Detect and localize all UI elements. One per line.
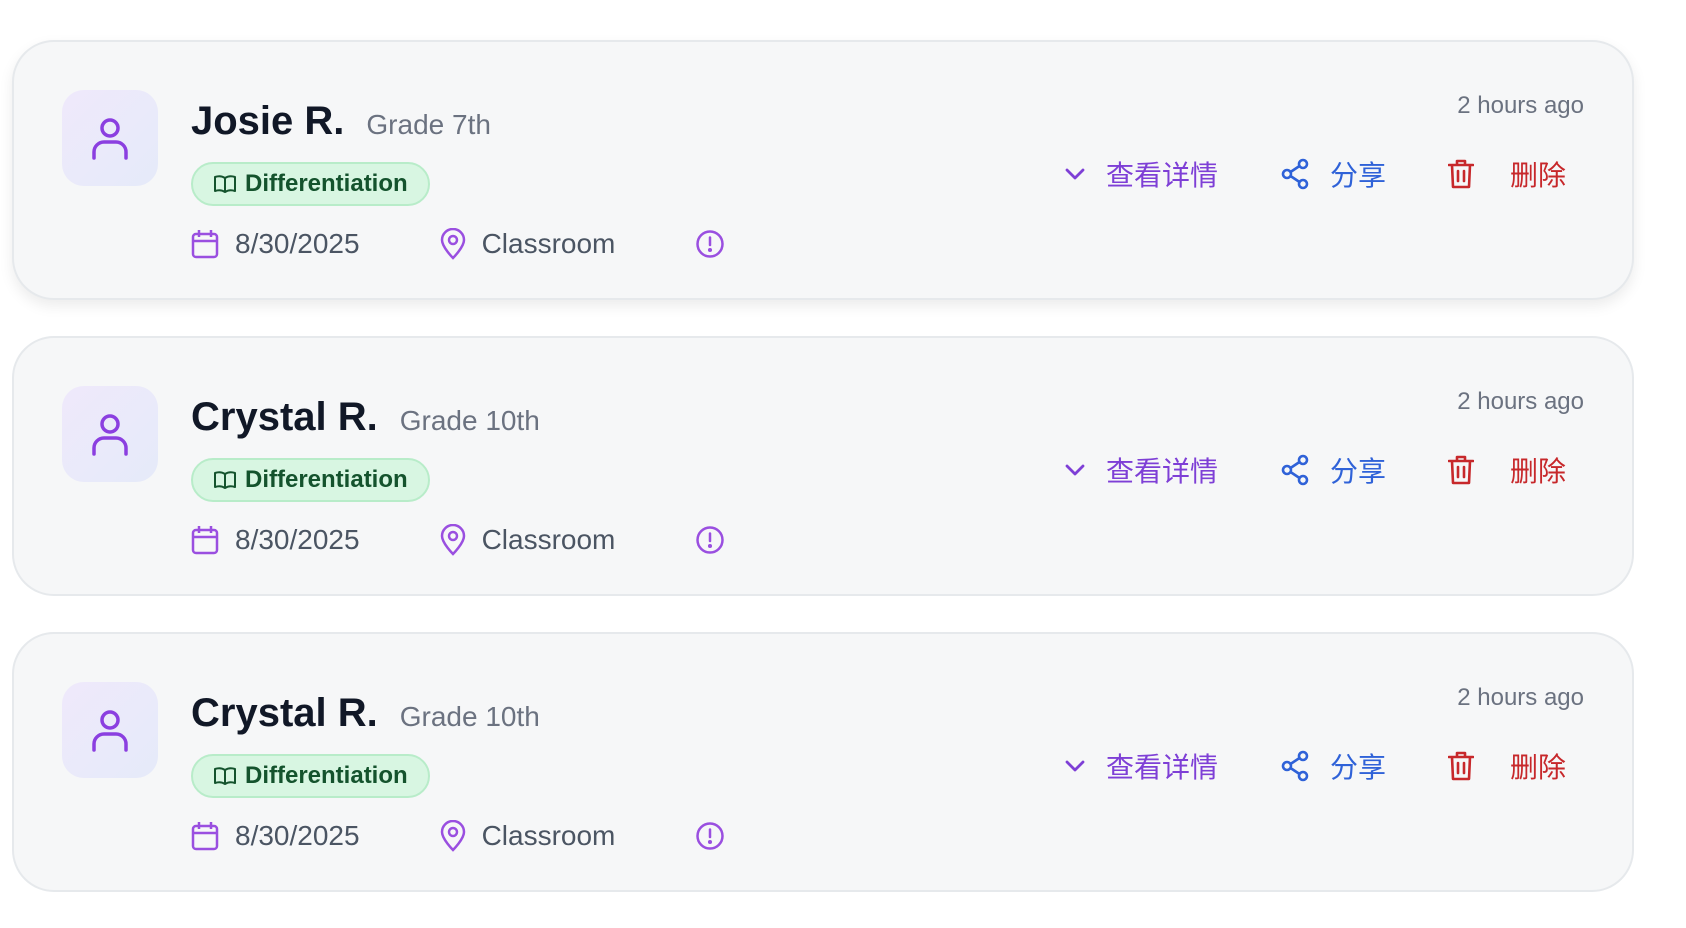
share-button[interactable]: 分享 — [1280, 450, 1386, 490]
avatar — [62, 682, 158, 778]
timestamp: 2 hours ago — [1457, 684, 1584, 711]
date-text: 8/30/2025 — [235, 228, 360, 259]
user-icon — [90, 708, 130, 752]
category-badge: Differentiation — [191, 754, 430, 798]
view-details-button[interactable]: 查看详情 — [1064, 746, 1218, 786]
meta-row: 8/30/2025 Classroom — [191, 820, 725, 852]
delete-button[interactable]: 删除 — [1447, 154, 1566, 194]
map-pin-icon — [440, 820, 466, 852]
category-label: Differentiation — [245, 762, 408, 789]
student-name: Crystal R. Grade 10th — [191, 394, 540, 444]
share-label: 分享 — [1329, 752, 1386, 783]
location-info: Classroom — [440, 228, 616, 260]
delete-label: 删除 — [1509, 752, 1566, 783]
date-text: 8/30/2025 — [235, 524, 360, 555]
student-name: Crystal R. Grade 10th — [191, 690, 540, 740]
meta-row: 8/30/2025 Classroom — [191, 524, 725, 556]
date-info: 8/30/2025 — [191, 820, 360, 852]
delete-label: 删除 — [1509, 456, 1566, 487]
observation-card[interactable]: Josie R. Grade 7th Differentiation 8/30/2… — [12, 40, 1634, 300]
share-label: 分享 — [1329, 456, 1386, 487]
book-icon — [213, 174, 237, 194]
share-icon — [1280, 454, 1310, 486]
card-actions: 查看详情 分享 删除 — [1064, 154, 1566, 194]
location-text: Classroom — [481, 228, 616, 259]
trash-icon — [1447, 751, 1474, 781]
delete-button[interactable]: 删除 — [1447, 746, 1566, 786]
share-icon — [1280, 750, 1310, 782]
alert-circle-icon[interactable] — [695, 821, 725, 851]
chevron-down-icon — [1064, 167, 1086, 181]
observation-list: Josie R. Grade 7th Differentiation 8/30/2… — [12, 40, 1634, 928]
chevron-down-icon — [1064, 759, 1086, 773]
student-name-text: Crystal R. — [191, 395, 378, 439]
view-details-label: 查看详情 — [1105, 752, 1218, 783]
share-label: 分享 — [1329, 160, 1386, 191]
location-info: Classroom — [440, 820, 616, 852]
delete-label: 删除 — [1509, 160, 1566, 191]
student-name: Josie R. Grade 7th — [191, 98, 491, 148]
location-text: Classroom — [481, 524, 616, 555]
share-button[interactable]: 分享 — [1280, 154, 1386, 194]
view-details-button[interactable]: 查看详情 — [1064, 450, 1218, 490]
share-icon — [1280, 158, 1310, 190]
trash-icon — [1447, 159, 1474, 189]
card-actions: 查看详情 分享 删除 — [1064, 746, 1566, 786]
observation-card[interactable]: Crystal R. Grade 10th Differentiation 8/3… — [12, 632, 1634, 892]
timestamp: 2 hours ago — [1457, 92, 1584, 119]
view-details-label: 查看详情 — [1105, 456, 1218, 487]
alert-circle-icon[interactable] — [695, 229, 725, 259]
observation-card[interactable]: Crystal R. Grade 10th Differentiation 8/3… — [12, 336, 1634, 596]
book-icon — [213, 470, 237, 490]
card-actions: 查看详情 分享 删除 — [1064, 450, 1566, 490]
delete-button[interactable]: 删除 — [1447, 450, 1566, 490]
avatar — [62, 386, 158, 482]
timestamp: 2 hours ago — [1457, 388, 1584, 415]
category-label: Differentiation — [245, 170, 408, 197]
location-info: Classroom — [440, 524, 616, 556]
student-name-text: Josie R. — [191, 99, 345, 143]
share-button[interactable]: 分享 — [1280, 746, 1386, 786]
user-icon — [90, 412, 130, 456]
grade-label: Grade 10th — [399, 701, 540, 732]
alert-circle-icon[interactable] — [695, 525, 725, 555]
chevron-down-icon — [1064, 463, 1086, 477]
location-text: Classroom — [481, 820, 616, 851]
map-pin-icon — [440, 228, 466, 260]
category-badge: Differentiation — [191, 162, 430, 206]
calendar-icon — [191, 821, 219, 851]
date-info: 8/30/2025 — [191, 228, 360, 260]
view-details-label: 查看详情 — [1105, 160, 1218, 191]
meta-row: 8/30/2025 Classroom — [191, 228, 725, 260]
trash-icon — [1447, 455, 1474, 485]
grade-label: Grade 10th — [399, 405, 540, 436]
user-icon — [90, 116, 130, 160]
date-text: 8/30/2025 — [235, 820, 360, 851]
calendar-icon — [191, 229, 219, 259]
book-icon — [213, 766, 237, 786]
category-label: Differentiation — [245, 466, 408, 493]
category-badge: Differentiation — [191, 458, 430, 502]
map-pin-icon — [440, 524, 466, 556]
student-name-text: Crystal R. — [191, 691, 378, 735]
avatar — [62, 90, 158, 186]
date-info: 8/30/2025 — [191, 524, 360, 556]
view-details-button[interactable]: 查看详情 — [1064, 154, 1218, 194]
grade-label: Grade 7th — [366, 109, 491, 140]
calendar-icon — [191, 525, 219, 555]
